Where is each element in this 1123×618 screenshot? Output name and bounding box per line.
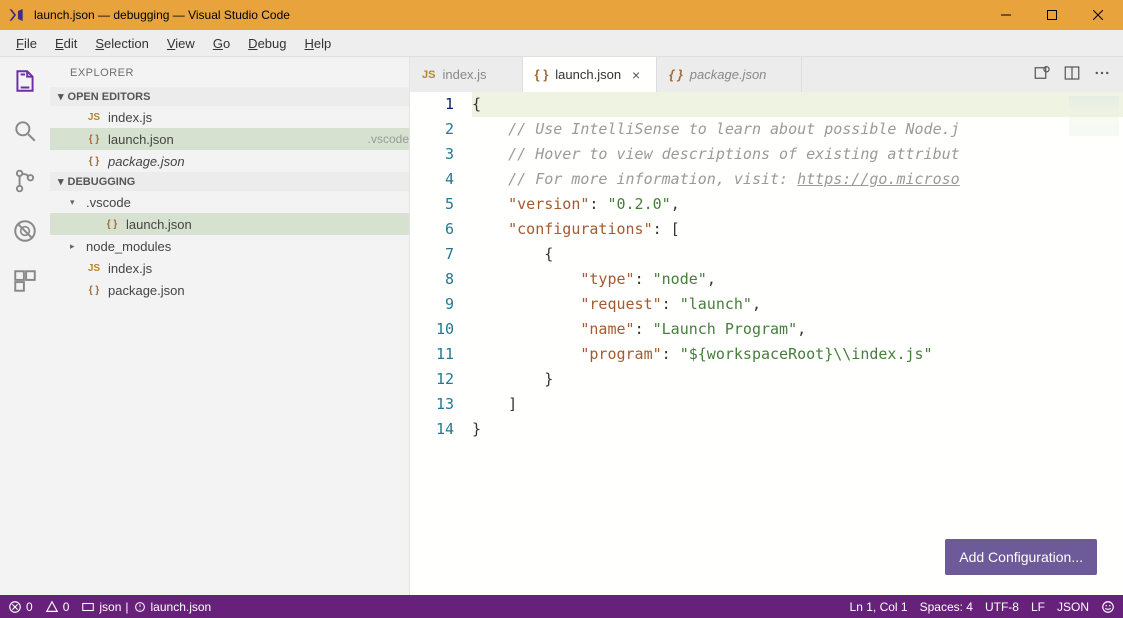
code-line[interactable]: ] <box>472 392 1123 417</box>
chevron-down-icon: ▾ <box>58 90 64 103</box>
json-file-icon: { } <box>104 219 120 230</box>
status-cursor[interactable]: Ln 1, Col 1 <box>850 600 908 614</box>
editor-tab[interactable]: JSindex.js <box>410 57 523 92</box>
file-item[interactable]: JSindex.js <box>50 257 409 279</box>
code-line[interactable]: // Use IntelliSense to learn about possi… <box>472 117 1123 142</box>
chevron-icon: ▾ <box>70 197 80 208</box>
close-button[interactable] <box>1075 0 1121 30</box>
extensions-icon[interactable] <box>9 265 41 297</box>
editor-area: JSindex.js{ }launch.json×{ }package.json… <box>410 57 1123 595</box>
add-configuration-button[interactable]: Add Configuration... <box>945 539 1097 575</box>
editor-tabs: JSindex.js{ }launch.json×{ }package.json <box>410 57 1123 92</box>
folder-item[interactable]: ▾.vscode <box>50 191 409 213</box>
more-actions-icon[interactable] <box>1093 64 1111 85</box>
menu-debug[interactable]: Debug <box>240 33 294 54</box>
window-title: launch.json — debugging — Visual Studio … <box>30 8 983 22</box>
open-editor-item[interactable]: { }launch.json.vscode <box>50 128 409 150</box>
status-lang-server[interactable]: json | launch.json <box>81 600 211 614</box>
minimap[interactable] <box>1069 96 1119 136</box>
code-line[interactable]: "version": "0.2.0", <box>472 192 1123 217</box>
menu-view[interactable]: View <box>159 33 203 54</box>
code-line[interactable]: "configurations": [ <box>472 217 1123 242</box>
json-file-icon: { } <box>535 67 549 82</box>
status-lang[interactable]: JSON <box>1057 600 1089 614</box>
menu-edit[interactable]: Edit <box>47 33 85 54</box>
code-line[interactable]: "name": "Launch Program", <box>472 317 1123 342</box>
folder-header[interactable]: ▾ DEBUGGING <box>50 172 409 191</box>
code-line[interactable]: "type": "node", <box>472 267 1123 292</box>
editor-tab[interactable]: { }package.json <box>657 57 802 92</box>
feedback-icon[interactable] <box>1101 600 1115 614</box>
file-item[interactable]: { }package.json <box>50 279 409 301</box>
menu-bar: FileEditSelectionViewGoDebugHelp <box>0 30 1123 57</box>
minimize-button[interactable] <box>983 0 1029 30</box>
search-icon[interactable] <box>9 115 41 147</box>
code-line[interactable]: "program": "${workspaceRoot}\\index.js" <box>472 342 1123 367</box>
code-content[interactable]: { // Use IntelliSense to learn about pos… <box>472 92 1123 595</box>
code-line[interactable]: "request": "launch", <box>472 292 1123 317</box>
line-numbers: 1234567891011121314 <box>410 92 472 595</box>
app-icon <box>2 7 30 23</box>
menu-go[interactable]: Go <box>205 33 238 54</box>
chevron-icon: ▸ <box>70 241 80 252</box>
open-editor-item[interactable]: { }package.json <box>50 150 409 172</box>
menu-file[interactable]: File <box>8 33 45 54</box>
js-file-icon: JS <box>86 112 102 123</box>
folder-item[interactable]: ▸node_modules <box>50 235 409 257</box>
json-file-icon: { } <box>86 156 102 167</box>
close-tab-icon[interactable]: × <box>628 67 644 83</box>
json-file-icon: { } <box>669 67 683 82</box>
open-editors-header[interactable]: ▾ OPEN EDITORS <box>50 87 409 106</box>
code-line[interactable]: { <box>472 92 1123 117</box>
open-changes-icon[interactable] <box>1033 64 1051 85</box>
explorer-icon[interactable] <box>9 65 41 97</box>
split-editor-icon[interactable] <box>1063 64 1081 85</box>
js-file-icon: JS <box>86 263 102 274</box>
open-editor-item[interactable]: JSindex.js <box>50 106 409 128</box>
menu-help[interactable]: Help <box>296 33 339 54</box>
maximize-button[interactable] <box>1029 0 1075 30</box>
status-warnings[interactable]: 0 <box>45 600 70 614</box>
source-control-icon[interactable] <box>9 165 41 197</box>
activity-bar <box>0 57 50 595</box>
code-line[interactable]: } <box>472 367 1123 392</box>
file-item[interactable]: { }launch.json <box>50 213 409 235</box>
sidebar-title: EXPLORER <box>50 57 409 87</box>
debug-icon[interactable] <box>9 215 41 247</box>
editor-tab[interactable]: { }launch.json× <box>523 57 658 92</box>
menu-selection[interactable]: Selection <box>87 33 156 54</box>
status-bar: 0 0 json | launch.json Ln 1, Col 1 Space… <box>0 595 1123 618</box>
code-line[interactable]: } <box>472 417 1123 442</box>
json-file-icon: { } <box>86 134 102 145</box>
explorer-sidebar: EXPLORER ▾ OPEN EDITORS JSindex.js{ }lau… <box>50 57 410 595</box>
code-line[interactable]: { <box>472 242 1123 267</box>
status-indent[interactable]: Spaces: 4 <box>920 600 973 614</box>
js-file-icon: JS <box>422 69 435 81</box>
status-encoding[interactable]: UTF-8 <box>985 600 1019 614</box>
status-eol[interactable]: LF <box>1031 600 1045 614</box>
code-line[interactable]: // Hover to view descriptions of existin… <box>472 142 1123 167</box>
editor-body[interactable]: 1234567891011121314 { // Use IntelliSens… <box>410 92 1123 595</box>
chevron-down-icon: ▾ <box>58 175 64 188</box>
json-file-icon: { } <box>86 285 102 296</box>
code-line[interactable]: // For more information, visit: https://… <box>472 167 1123 192</box>
status-errors[interactable]: 0 <box>8 600 33 614</box>
title-bar: launch.json — debugging — Visual Studio … <box>0 0 1123 30</box>
